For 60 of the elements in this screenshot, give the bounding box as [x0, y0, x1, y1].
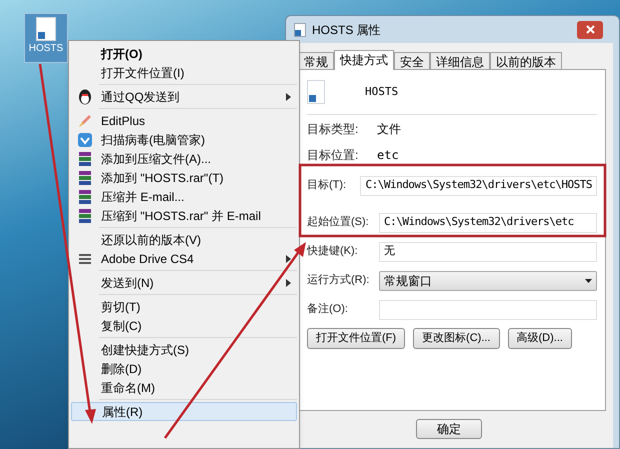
- close-icon: [586, 25, 594, 34]
- field-label: 目标(T):: [307, 178, 348, 194]
- field-value: 文件: [377, 121, 401, 138]
- menu-item[interactable]: 扫描病毒(电脑管家): [71, 130, 297, 149]
- input-field[interactable]: [379, 300, 597, 320]
- icon-label: HOSTS: [28, 44, 64, 54]
- input-field[interactable]: C:\Windows\System32\drivers\etc: [379, 212, 597, 232]
- menu-item[interactable]: 属性(R): [71, 402, 297, 421]
- input-field[interactable]: C:\Windows\System32\drivers\etc\HOSTS: [360, 176, 597, 196]
- menu-item[interactable]: 发送到(N): [71, 273, 297, 292]
- tab[interactable]: 快捷方式: [334, 50, 394, 70]
- dropdown[interactable]: 常规窗口: [379, 270, 597, 290]
- shield-icon: [77, 132, 93, 148]
- menu-item[interactable]: 删除(D): [71, 359, 297, 378]
- menu-item[interactable]: 压缩到 "HOSTS.rar" 并 E-mail: [71, 206, 297, 225]
- field-label: 起始位置(S):: [307, 215, 370, 230]
- menu-item[interactable]: 打开文件位置(I): [71, 63, 297, 82]
- menu-item[interactable]: 打开(O): [71, 44, 297, 63]
- dialog-button[interactable]: 打开文件位置(F): [307, 328, 406, 349]
- file-shortcut-icon: [294, 22, 306, 36]
- close-button[interactable]: [577, 20, 603, 38]
- ok-button[interactable]: 确定: [416, 419, 482, 439]
- dialog-button[interactable]: 更改图标(C)...: [413, 328, 500, 349]
- menu-item[interactable]: 添加到 "HOSTS.rar"(T): [71, 168, 297, 187]
- field-label: 目标类型:: [307, 121, 360, 138]
- submenu-arrow-icon: [286, 278, 291, 286]
- books-icon: [77, 150, 93, 166]
- field-value: etc: [377, 147, 399, 164]
- field-label: 快捷键(K):: [307, 244, 359, 260]
- menu-item[interactable]: EditPlus: [71, 111, 297, 130]
- tab[interactable]: 详细信息: [430, 52, 490, 69]
- field-label: 目标位置:: [307, 147, 360, 164]
- tab[interactable]: 以前的版本: [490, 52, 562, 69]
- caret-icon: [585, 278, 592, 282]
- books-icon: [77, 208, 93, 224]
- menu-item[interactable]: 通过QQ发送到: [71, 87, 297, 106]
- menu-item[interactable]: 剪切(T): [71, 297, 297, 316]
- window-title: HOSTS 属性: [312, 22, 381, 38]
- tab[interactable]: 安全: [394, 52, 430, 69]
- menu-item[interactable]: 重命名(M): [71, 378, 297, 397]
- field-label: 备注(O):: [307, 302, 349, 318]
- file-shortcut-icon: [307, 80, 325, 104]
- field-label: 运行方式(R):: [307, 272, 370, 288]
- books-icon: [77, 170, 93, 186]
- menu-item[interactable]: 复制(C): [71, 316, 297, 335]
- menu-item[interactable]: Adobe Drive CS4: [71, 249, 297, 268]
- file-shortcut-icon: [36, 17, 56, 41]
- submenu-arrow-icon: [286, 92, 291, 100]
- submenu-arrow-icon: [286, 254, 291, 262]
- menu-item[interactable]: 压缩并 E-mail...: [71, 187, 297, 206]
- file-name: HOSTS: [365, 84, 398, 100]
- penguin-icon: [78, 88, 92, 104]
- input-field[interactable]: 无: [379, 242, 597, 262]
- menu-item[interactable]: 还原以前的版本(V): [71, 230, 297, 249]
- menu-item[interactable]: 创建快捷方式(S): [71, 340, 297, 359]
- books-icon: [77, 188, 93, 204]
- tab[interactable]: 常规: [298, 52, 334, 69]
- dialog-button[interactable]: 高级(D)...: [508, 328, 572, 349]
- pencil-icon: [77, 112, 93, 128]
- menu-item[interactable]: 添加到压缩文件(A)...: [71, 149, 297, 168]
